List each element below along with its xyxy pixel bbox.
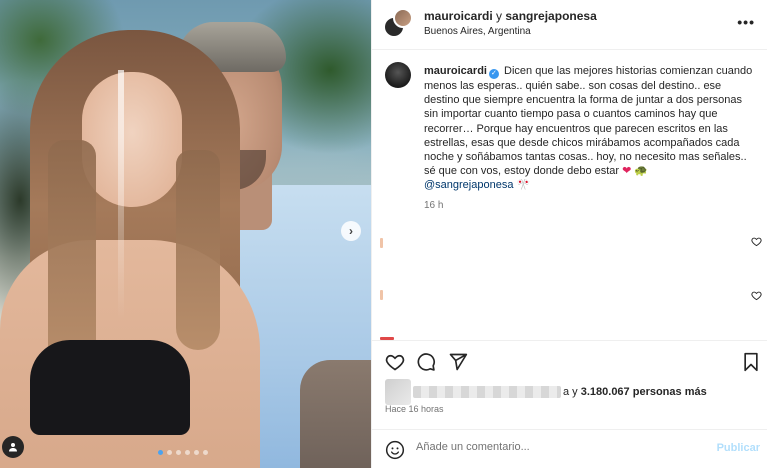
- heart-icon[interactable]: [751, 290, 762, 301]
- heart-icon[interactable]: [751, 236, 762, 247]
- photo-woman-top: [30, 340, 190, 435]
- likes-count: 3.180.067: [580, 386, 630, 398]
- post-photo[interactable]: ›: [0, 0, 371, 468]
- carousel-dot: [194, 450, 199, 455]
- carousel-dot: [203, 450, 208, 455]
- photo-woman-hair-strand: [176, 150, 220, 350]
- bookmark-icon[interactable]: [741, 352, 761, 372]
- carousel-dot: [185, 450, 190, 455]
- ellipsis-icon[interactable]: •••: [737, 14, 755, 30]
- post-details-panel: mauroicardi y sangrejaponesa Buenos Aire…: [371, 0, 767, 468]
- likes-prefix: a y: [563, 386, 581, 398]
- photo-lens-flare: [118, 70, 124, 320]
- carousel-dot: [176, 450, 181, 455]
- carousel-indicator: [158, 450, 208, 455]
- author-username-link[interactable]: mauroicardi: [424, 9, 493, 23]
- verified-icon: ✓: [488, 69, 499, 79]
- caption-text: mauroicardi ✓ Dicen que las mejores histo…: [424, 64, 754, 193]
- comment-avatar-stub: [380, 290, 383, 300]
- caption-username-link[interactable]: mauroicardi: [424, 65, 487, 77]
- comment-avatar-stub: [380, 238, 383, 248]
- publish-button[interactable]: Publicar: [717, 442, 760, 454]
- heart-icon[interactable]: [385, 352, 405, 372]
- avatar[interactable]: [393, 8, 413, 28]
- carousel-dot: [167, 450, 172, 455]
- user-tag-button[interactable]: [2, 436, 24, 458]
- mention-suffix: 🎌: [513, 179, 531, 192]
- share-icon[interactable]: [448, 352, 468, 372]
- mention-link[interactable]: @sangrejaponesa: [424, 179, 513, 191]
- likes-summary[interactable]: a y 3.180.067 personas más: [385, 379, 707, 405]
- caption-timestamp[interactable]: 16 h: [424, 200, 443, 211]
- avatar[interactable]: [385, 62, 411, 88]
- user-tag-icon: [9, 443, 17, 452]
- caption-section: mauroicardi ✓ Dicen que las mejores histo…: [372, 50, 767, 340]
- post-actions: a y 3.180.067 personas más Hace 16 horas…: [372, 340, 767, 468]
- post-timestamp[interactable]: Hace 16 horas: [385, 404, 444, 414]
- likes-text: a y 3.180.067 personas más: [563, 386, 707, 398]
- location-link[interactable]: Buenos Aires, Argentina: [424, 26, 531, 37]
- caption-body: Dicen que las mejores historias comienza…: [424, 65, 753, 178]
- authors-joiner: y: [492, 9, 506, 23]
- comment-input[interactable]: [416, 441, 696, 453]
- collab-avatars[interactable]: [383, 8, 413, 38]
- chevron-right-icon: ›: [349, 224, 353, 238]
- likes-suffix: personas más: [629, 386, 707, 398]
- comment-icon[interactable]: [416, 352, 436, 372]
- add-comment-bar: Publicar: [372, 429, 767, 468]
- heart-emoji: ❤: [622, 165, 632, 178]
- liker-name-blurred: [413, 386, 561, 398]
- carousel-dot: [158, 450, 163, 455]
- photo-man-arm: [300, 360, 371, 468]
- coauthor-username-link[interactable]: sangrejaponesa: [505, 9, 596, 23]
- liker-avatars: [385, 379, 411, 405]
- turtle-emoji: 🐢: [634, 165, 649, 178]
- photo-woman-face: [82, 72, 182, 207]
- photo-woman-hair-strand: [48, 140, 96, 370]
- emoji-icon[interactable]: [385, 440, 405, 460]
- post-authors: mauroicardi y sangrejaponesa: [424, 9, 597, 23]
- post-header: mauroicardi y sangrejaponesa Buenos Aire…: [372, 0, 767, 50]
- carousel-next-button[interactable]: ›: [341, 221, 361, 241]
